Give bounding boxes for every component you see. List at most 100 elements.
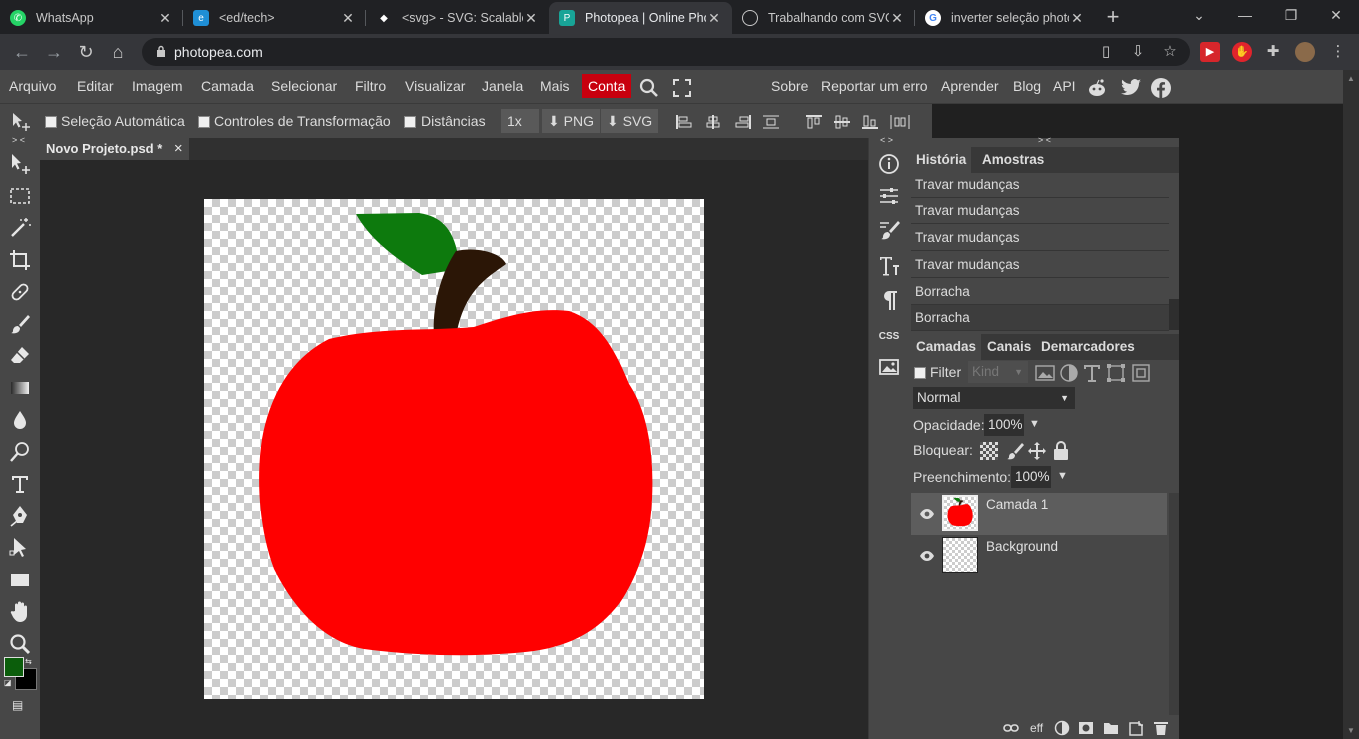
- eye-icon[interactable]: [919, 508, 935, 520]
- menu-reportar-erro[interactable]: Reportar um erro: [821, 78, 928, 94]
- history-item[interactable]: Travar mudanças: [911, 172, 1169, 198]
- distribute-h-icon[interactable]: [763, 115, 779, 129]
- address-bar[interactable]: photopea.com: [142, 38, 1190, 66]
- close-icon[interactable]: ✕: [340, 10, 356, 27]
- history-item-current[interactable]: Borracha: [911, 305, 1169, 331]
- pen-tool-icon[interactable]: [8, 504, 32, 528]
- page-scrollbar-arrow-up[interactable]: ▲: [1347, 74, 1355, 83]
- export-png-button[interactable]: ⬇ PNG: [542, 109, 600, 133]
- menu-imagem[interactable]: Imagem: [132, 78, 183, 94]
- filter-checkbox[interactable]: [914, 367, 926, 379]
- menu-selecionar[interactable]: Selecionar: [271, 78, 337, 94]
- type-tool-icon[interactable]: [8, 472, 32, 496]
- menu-api[interactable]: API: [1053, 78, 1076, 94]
- menu-sobre[interactable]: Sobre: [771, 78, 808, 94]
- home-icon[interactable]: ⌂: [106, 40, 130, 64]
- tab-amostras[interactable]: Amostras: [977, 147, 1049, 173]
- search-icon[interactable]: [639, 78, 659, 98]
- adblock-icon[interactable]: ✋: [1232, 42, 1252, 62]
- reading-list-icon[interactable]: ▯: [1096, 42, 1116, 62]
- history-item[interactable]: Travar mudanças: [911, 252, 1169, 278]
- layer-mask-icon[interactable]: [1078, 721, 1094, 735]
- filter-adjustment-icon[interactable]: [1059, 363, 1079, 383]
- browser-tab-photopea[interactable]: P Photopea | Online Pho ✕: [549, 2, 732, 34]
- scale-dropdown[interactable]: 1x ▼: [501, 109, 539, 152]
- browser-tab-google[interactable]: G inverter seleção photo ✕: [915, 2, 1095, 34]
- menu-visualizar[interactable]: Visualizar: [405, 78, 465, 94]
- menu-blog[interactable]: Blog: [1013, 78, 1041, 94]
- auto-select-checkbox[interactable]: [45, 116, 57, 128]
- collapse-toggle[interactable]: < >: [880, 135, 893, 145]
- marquee-tool-icon[interactable]: [8, 184, 32, 208]
- layer-effects-button[interactable]: eff: [1030, 721, 1043, 735]
- eraser-tool-icon[interactable]: [8, 344, 32, 368]
- page-scrollbar-arrow-down[interactable]: ▼: [1347, 726, 1355, 735]
- avatar[interactable]: [1295, 42, 1315, 62]
- character-icon[interactable]: [877, 254, 901, 278]
- align-middle-v-icon[interactable]: [834, 115, 850, 129]
- extension-red-icon[interactable]: ▶: [1200, 42, 1220, 62]
- history-scrollbar[interactable]: [1169, 299, 1179, 330]
- distribute-v-icon[interactable]: [890, 115, 910, 129]
- zoom-tool-icon[interactable]: [8, 632, 32, 656]
- tab-camadas[interactable]: Camadas: [911, 334, 982, 360]
- window-close-icon[interactable]: ✕: [1313, 0, 1359, 30]
- transform-controls-checkbox[interactable]: [198, 116, 210, 128]
- reddit-icon[interactable]: [1086, 77, 1108, 99]
- menu-camada[interactable]: Camada: [201, 78, 254, 94]
- back-icon[interactable]: ←: [10, 40, 34, 64]
- restore-icon[interactable]: ❐: [1268, 0, 1314, 30]
- new-layer-icon[interactable]: [1128, 720, 1144, 736]
- account-button[interactable]: Conta: [582, 74, 632, 98]
- layers-scrollbar[interactable]: [1169, 493, 1179, 715]
- blend-mode-dropdown[interactable]: Normal ▼: [913, 387, 1075, 409]
- healing-brush-icon[interactable]: [8, 280, 32, 304]
- facebook-icon[interactable]: [1150, 77, 1172, 99]
- reload-icon[interactable]: ↻: [74, 40, 98, 64]
- close-icon[interactable]: ✕: [889, 10, 905, 27]
- menu-mais[interactable]: Mais: [540, 78, 570, 94]
- distances-checkbox[interactable]: [404, 116, 416, 128]
- install-icon[interactable]: ⇩: [1128, 42, 1148, 62]
- history-item[interactable]: Travar mudanças: [911, 198, 1169, 224]
- align-center-h-icon[interactable]: [705, 115, 721, 129]
- default-colors-icon[interactable]: ◪: [4, 678, 12, 687]
- history-item[interactable]: Travar mudanças: [911, 225, 1169, 251]
- layer-row-camada-1[interactable]: Camada 1: [911, 493, 1167, 535]
- filter-pixel-icon[interactable]: [1035, 364, 1055, 382]
- new-folder-icon[interactable]: [1103, 721, 1119, 735]
- foreground-color-swatch[interactable]: [4, 657, 24, 677]
- move-tool-icon[interactable]: [8, 152, 32, 176]
- brush-tool-icon[interactable]: [8, 312, 32, 336]
- filter-type-icon[interactable]: [1082, 363, 1102, 383]
- link-layers-icon[interactable]: [1003, 722, 1019, 734]
- align-top-icon[interactable]: [806, 115, 822, 129]
- browser-tab-mdn[interactable]: ◆ <svg> - SVG: Scalable ✕: [366, 2, 549, 34]
- align-right-icon[interactable]: [735, 115, 751, 129]
- lock-transparency-icon[interactable]: [980, 442, 998, 460]
- magic-wand-icon[interactable]: [8, 216, 32, 240]
- crop-tool-icon[interactable]: [8, 248, 32, 272]
- swap-colors-icon[interactable]: ⇆: [25, 657, 32, 666]
- forward-icon[interactable]: →: [42, 40, 66, 64]
- history-item[interactable]: Borracha: [911, 279, 1169, 305]
- document-tab[interactable]: Novo Projeto.psd * ×: [40, 138, 189, 160]
- export-svg-button[interactable]: ⬇ SVG: [601, 109, 659, 133]
- new-tab-button[interactable]: +: [1095, 2, 1131, 34]
- close-icon[interactable]: ×: [174, 140, 183, 157]
- close-icon[interactable]: ✕: [1069, 10, 1085, 27]
- image-icon[interactable]: [877, 355, 901, 379]
- menu-editar[interactable]: Editar: [77, 78, 114, 94]
- tab-search-icon[interactable]: ⌄: [1176, 0, 1222, 30]
- dodge-tool-icon[interactable]: [8, 440, 32, 464]
- collapse-toggle[interactable]: > <: [1038, 135, 1051, 145]
- move-tool-icon[interactable]: [10, 111, 32, 133]
- filter-smart-object-icon[interactable]: [1131, 363, 1151, 383]
- close-icon[interactable]: ✕: [523, 10, 539, 27]
- canvas[interactable]: [204, 199, 704, 699]
- tab-demarcadores[interactable]: Demarcadores: [1036, 334, 1140, 360]
- lock-move-icon[interactable]: [1027, 441, 1047, 461]
- menu-janela[interactable]: Janela: [482, 78, 523, 94]
- minimize-icon[interactable]: —: [1222, 0, 1268, 30]
- eye-icon[interactable]: [919, 550, 935, 562]
